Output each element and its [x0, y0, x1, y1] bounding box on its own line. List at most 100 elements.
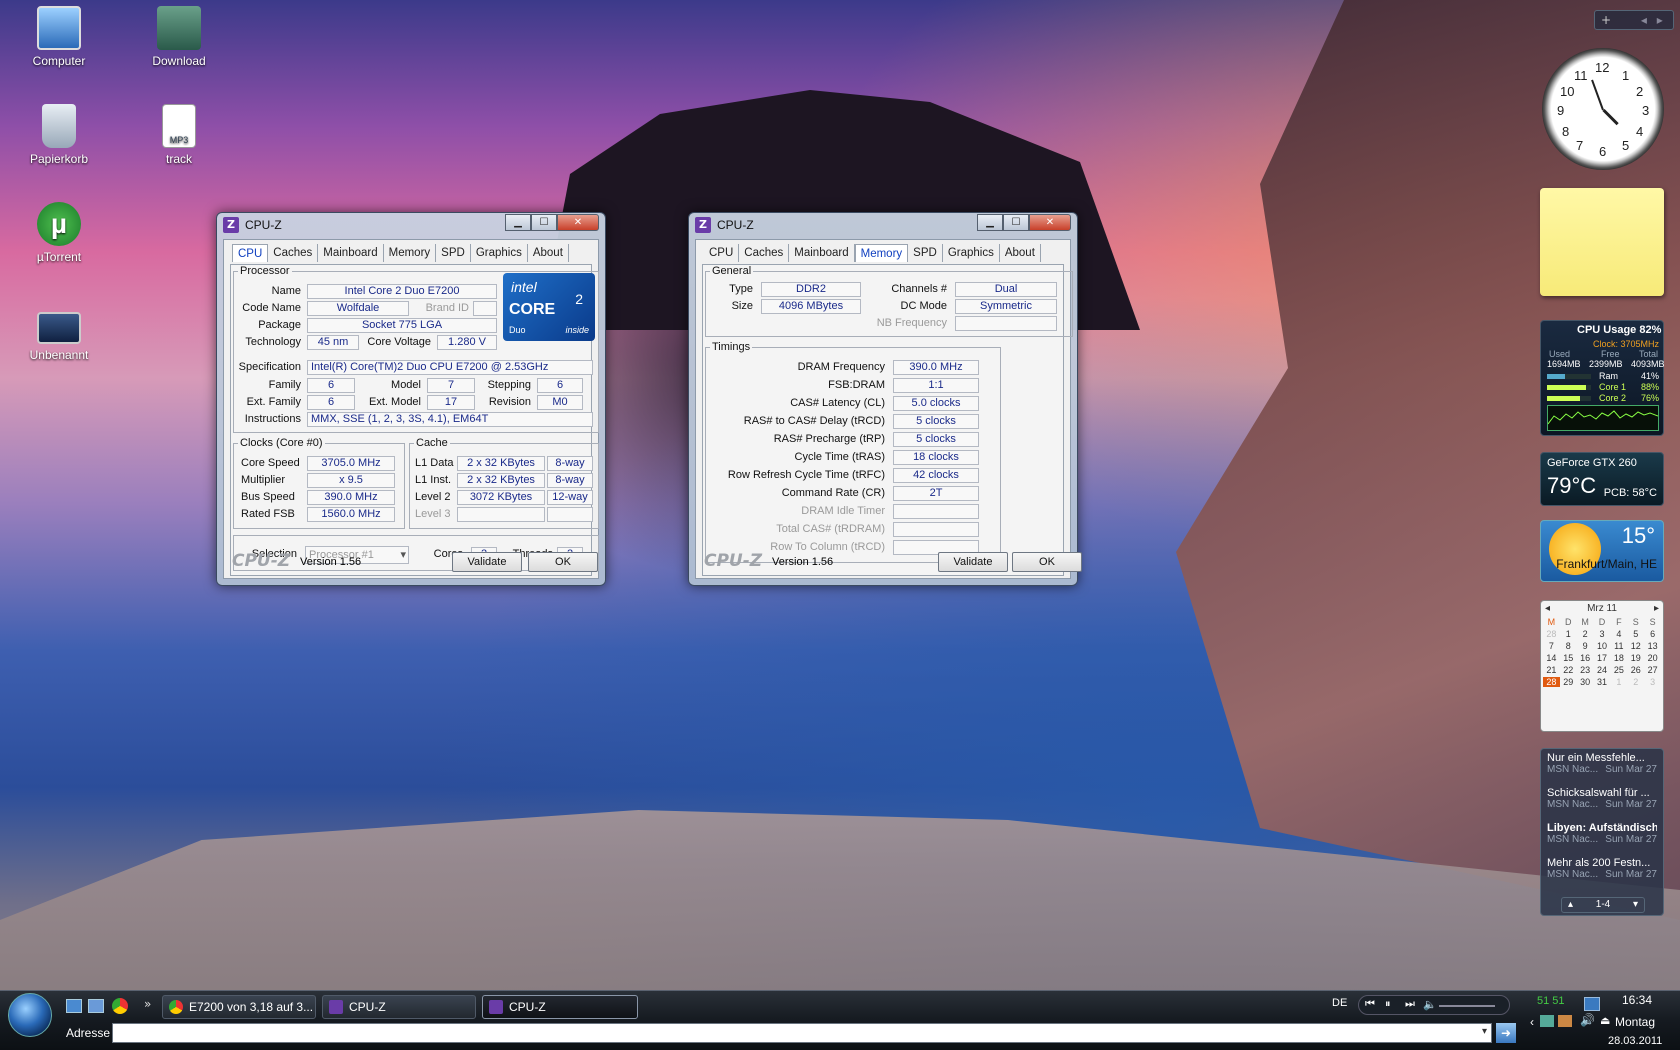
- task-cpuz-2[interactable]: CPU-Z: [482, 995, 638, 1019]
- calendar-day[interactable]: 1: [1560, 629, 1577, 639]
- calendar-day[interactable]: 17: [1594, 653, 1611, 663]
- minimize-button[interactable]: ▁: [505, 214, 531, 231]
- news-item[interactable]: Libyen: Aufständisch... MSN Nac... Sun Ma…: [1541, 819, 1663, 854]
- chevron-down-icon[interactable]: ▾: [1482, 1026, 1487, 1037]
- calendar-day[interactable]: 14: [1543, 653, 1560, 663]
- safely-remove-icon[interactable]: ⏏: [1600, 1014, 1610, 1027]
- speaker-icon[interactable]: 🔊: [1580, 1013, 1595, 1027]
- network-icon[interactable]: [1584, 997, 1600, 1011]
- calendar-day[interactable]: 25: [1610, 665, 1627, 675]
- calendar-day[interactable]: 19: [1627, 653, 1644, 663]
- tab-caches[interactable]: Caches: [739, 244, 790, 262]
- clock-time[interactable]: 16:34: [1622, 993, 1652, 1007]
- calendar-day[interactable]: 18: [1610, 653, 1627, 663]
- calendar-day[interactable]: 26: [1627, 665, 1644, 675]
- calendar-day[interactable]: 2: [1627, 677, 1644, 687]
- calendar-day[interactable]: 4: [1610, 629, 1627, 639]
- tab-memory[interactable]: Memory: [854, 244, 909, 262]
- calendar-day[interactable]: 3: [1644, 677, 1661, 687]
- calendar-day[interactable]: 31: [1594, 677, 1611, 687]
- desktop-icon-unbenannt[interactable]: Unbenannt: [14, 312, 104, 362]
- ok-button[interactable]: OK: [528, 552, 598, 572]
- calendar-day[interactable]: 1: [1610, 677, 1627, 687]
- chevron-up-icon[interactable]: ▴: [1568, 898, 1573, 912]
- tab-spd[interactable]: SPD: [908, 244, 943, 262]
- tab-spd[interactable]: SPD: [436, 244, 471, 262]
- calendar-day[interactable]: 15: [1560, 653, 1577, 663]
- close-button[interactable]: ✕: [1029, 214, 1071, 231]
- chevron-left-icon[interactable]: ◂: [1641, 13, 1647, 27]
- show-desktop-icon[interactable]: [66, 999, 82, 1013]
- calendar-day[interactable]: 9: [1577, 641, 1594, 651]
- tab-graphics[interactable]: Graphics: [471, 244, 528, 262]
- calendar-day[interactable]: 11: [1610, 641, 1627, 651]
- clock-day[interactable]: Montag: [1615, 1015, 1655, 1029]
- chrome-icon[interactable]: [112, 998, 128, 1014]
- calendar-day[interactable]: 21: [1543, 665, 1560, 675]
- start-button[interactable]: [8, 993, 52, 1037]
- calendar-day[interactable]: 10: [1594, 641, 1611, 651]
- tray-app-icon[interactable]: [1540, 1015, 1554, 1027]
- desktop-icon-computer[interactable]: Computer: [14, 6, 104, 68]
- chevron-right-icon[interactable]: ▸: [1657, 13, 1663, 27]
- calendar-day[interactable]: 27: [1644, 665, 1661, 675]
- calendar-day[interactable]: 13: [1644, 641, 1661, 651]
- chevron-left-icon[interactable]: ‹: [1530, 1015, 1534, 1029]
- chevron-down-icon[interactable]: ▾: [1633, 898, 1638, 912]
- desktop-icon-recycle-bin[interactable]: Papierkorb: [14, 104, 104, 166]
- desktop-icon-download[interactable]: Download: [134, 6, 224, 68]
- calendar-day[interactable]: 22: [1560, 665, 1577, 675]
- tab-about[interactable]: About: [1000, 244, 1041, 262]
- calendar-day[interactable]: 6: [1644, 629, 1661, 639]
- tab-mainboard[interactable]: Mainboard: [789, 244, 855, 262]
- maximize-button[interactable]: ☐: [1003, 214, 1029, 231]
- minimize-button[interactable]: ▁: [977, 214, 1003, 231]
- desktop-icon-track[interactable]: MP3 track: [134, 104, 224, 166]
- chevron-double-right-icon[interactable]: »: [144, 997, 151, 1011]
- weather-gadget[interactable]: 15° Frankfurt/Main, HE: [1540, 520, 1664, 582]
- tab-about[interactable]: About: [528, 244, 569, 262]
- go-arrow-icon[interactable]: ➜: [1496, 1023, 1516, 1043]
- calendar-gadget[interactable]: ◂ Mrz 11 ▸ M D M D F S S 28 1 2 3 4 5 6 7 8 9 10 11 12 13 14 1…: [1540, 600, 1664, 732]
- calendar-day[interactable]: 28: [1543, 629, 1560, 639]
- sidebar-add-gadget-button[interactable]: + ◂ ▸: [1594, 10, 1674, 30]
- validate-button[interactable]: Validate: [452, 552, 522, 572]
- calendar-day[interactable]: 16: [1577, 653, 1594, 663]
- clock-gadget[interactable]: 12 1 2 3 4 5 6 7 8 9 10 11: [1542, 48, 1664, 170]
- news-gadget[interactable]: Nur ein Messfehle... MSN Nac... Sun Mar 2…: [1540, 748, 1664, 916]
- tray-app-icon[interactable]: [1558, 1015, 1572, 1027]
- chevron-left-icon[interactable]: ◂: [1545, 601, 1550, 617]
- task-cpuz-1[interactable]: CPU-Z: [322, 995, 476, 1019]
- calendar-day[interactable]: 20: [1644, 653, 1661, 663]
- validate-button[interactable]: Validate: [938, 552, 1008, 572]
- volume-slider[interactable]: [1439, 1005, 1495, 1007]
- tab-cpu[interactable]: CPU: [704, 244, 740, 262]
- news-item[interactable]: Schicksalswahl für ... MSN Nac... Sun Mar…: [1541, 784, 1663, 819]
- calendar-day[interactable]: 2: [1577, 629, 1594, 639]
- previous-icon[interactable]: ⏮: [1365, 998, 1375, 1011]
- calendar-day[interactable]: 12: [1627, 641, 1644, 651]
- cpuz-window-memory[interactable]: Z CPU-Z ▁ ☐ ✕ CPU Caches Mainboard Memor…: [688, 212, 1082, 586]
- tab-graphics[interactable]: Graphics: [943, 244, 1000, 262]
- calendar-day[interactable]: 5: [1627, 629, 1644, 639]
- calendar-day[interactable]: 28: [1543, 677, 1560, 687]
- calendar-day[interactable]: 3: [1594, 629, 1611, 639]
- cpu-usage-gadget[interactable]: CPU Usage 82% Clock: 3705MHz Used Free T…: [1540, 320, 1665, 436]
- tab-memory[interactable]: Memory: [384, 244, 437, 262]
- language-indicator[interactable]: DE: [1332, 997, 1347, 1009]
- tab-cpu[interactable]: CPU: [232, 244, 269, 262]
- news-item[interactable]: Nur ein Messfehle... MSN Nac... Sun Mar 2…: [1541, 749, 1663, 784]
- tab-mainboard[interactable]: Mainboard: [318, 244, 384, 262]
- calendar-day[interactable]: 30: [1577, 677, 1594, 687]
- cpuz-window-cpu[interactable]: Z CPU-Z ▁ ☐ ✕ CPU Caches Mainboard Memor…: [216, 212, 606, 586]
- calendar-day[interactable]: 23: [1577, 665, 1594, 675]
- calendar-day[interactable]: 8: [1560, 641, 1577, 651]
- calendar-day[interactable]: 24: [1594, 665, 1611, 675]
- maximize-button[interactable]: ☐: [531, 214, 557, 231]
- address-input[interactable]: ▾: [112, 1023, 1492, 1043]
- calendar-day[interactable]: 7: [1543, 641, 1560, 651]
- news-item[interactable]: Mehr als 200 Festn... MSN Nac... Sun Mar …: [1541, 854, 1663, 889]
- pause-icon[interactable]: ⏸: [1385, 998, 1391, 1011]
- close-button[interactable]: ✕: [557, 214, 599, 231]
- chevron-right-icon[interactable]: ▸: [1654, 601, 1659, 617]
